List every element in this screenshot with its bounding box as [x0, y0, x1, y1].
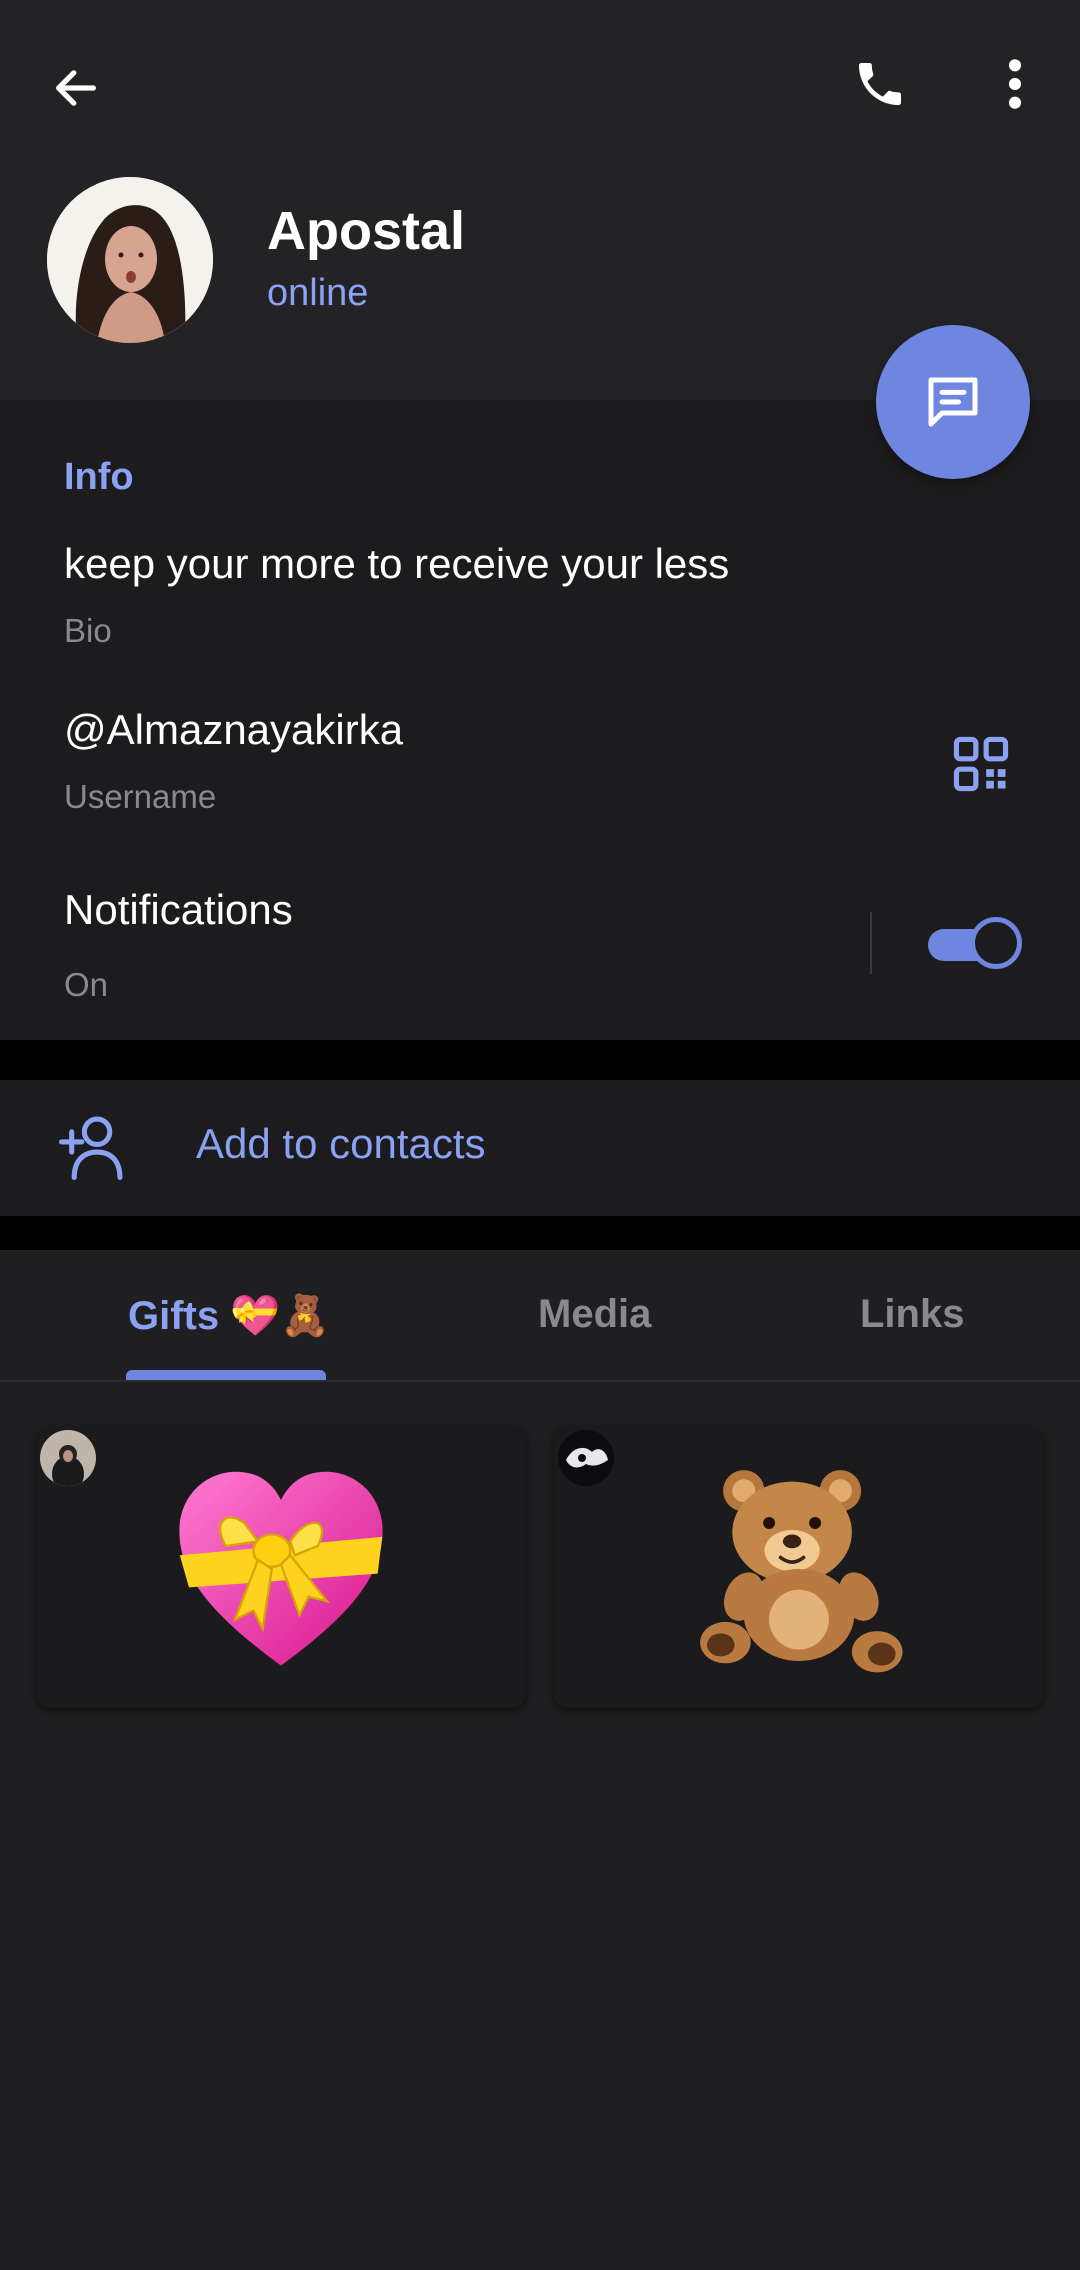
- info-title: Info: [64, 456, 134, 498]
- add-to-contacts-label: Add to contacts: [196, 1120, 486, 1167]
- profile-avatar[interactable]: [47, 177, 213, 343]
- add-to-contacts-row[interactable]: Add to contacts: [0, 1080, 1080, 1216]
- active-tab-indicator: [126, 1370, 326, 1380]
- qr-code-icon: [953, 736, 1009, 792]
- qr-code-button[interactable]: [950, 733, 1012, 795]
- sender-photo: [558, 1430, 614, 1486]
- more-options-button[interactable]: [985, 44, 1045, 124]
- arrow-left-icon: [56, 70, 96, 106]
- tab-links[interactable]: Links: [860, 1292, 964, 1337]
- notifications-state: On: [64, 966, 109, 1003]
- gift-card[interactable]: [36, 1426, 526, 1708]
- tab-media[interactable]: Media: [538, 1292, 651, 1337]
- divider: [870, 912, 872, 974]
- sender-photo: [40, 1430, 96, 1486]
- profile-tabs: Gifts 💝🧸 Media Links: [0, 1250, 1080, 1382]
- phone-icon: [859, 63, 901, 105]
- bio-label: Bio: [64, 612, 112, 649]
- section-gap: [0, 1216, 1080, 1250]
- profile-photo: [47, 177, 213, 343]
- message-button[interactable]: [876, 325, 1030, 479]
- sender-avatar: [558, 1430, 614, 1486]
- gift-card[interactable]: [554, 1426, 1044, 1708]
- notifications-title[interactable]: Notifications: [64, 886, 293, 934]
- more-vertical-icon: [1008, 59, 1022, 109]
- sender-avatar: [40, 1430, 96, 1486]
- notifications-toggle[interactable]: [928, 917, 1022, 969]
- username-text[interactable]: @Almaznayakirka: [64, 706, 403, 754]
- call-button[interactable]: [840, 44, 920, 124]
- section-gap: [0, 1040, 1080, 1080]
- profile-screen: Apostal online Info keep your more to re…: [0, 0, 1080, 2270]
- message-icon: [928, 377, 978, 427]
- back-button[interactable]: [36, 48, 116, 128]
- online-status: online: [267, 272, 369, 314]
- add-user-icon: [58, 1116, 123, 1180]
- info-section: Info keep your more to receive your less…: [0, 400, 1080, 1040]
- bio-text[interactable]: keep your more to receive your less: [64, 540, 729, 588]
- teddy-bear-icon: [700, 1470, 903, 1673]
- toggle-knob: [970, 917, 1022, 969]
- username-label: Username: [64, 778, 217, 815]
- heart-with-ribbon-icon: [179, 1471, 383, 1666]
- profile-name: Apostal: [267, 201, 466, 261]
- tab-gifts[interactable]: Gifts 💝🧸: [128, 1292, 330, 1339]
